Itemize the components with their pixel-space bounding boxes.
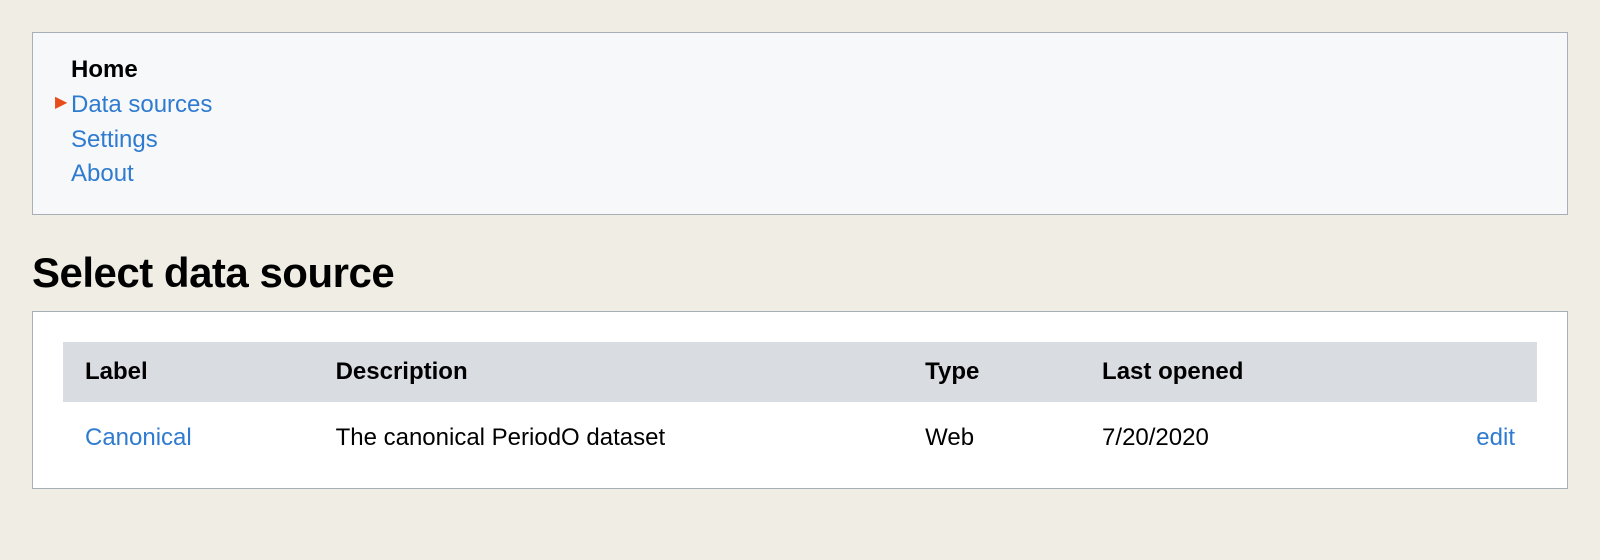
active-marker-icon: ▶ <box>55 91 67 114</box>
nav-item-data-sources[interactable]: ▶ Data sources <box>71 88 1529 123</box>
cell-description: The canonical PeriodO dataset <box>314 402 904 458</box>
nav-item-label: Home <box>71 56 138 83</box>
cell-label: Canonical <box>63 402 314 458</box>
nav-item-link[interactable]: About <box>71 160 134 187</box>
page-title: Select data source <box>32 249 1568 297</box>
nav-list: ▶ Home ▶ Data sources ▶ Settings ▶ About <box>71 53 1529 192</box>
header-type: Type <box>903 342 1080 402</box>
nav-box: ▶ Home ▶ Data sources ▶ Settings ▶ About <box>32 32 1568 215</box>
table-row: Canonical The canonical PeriodO dataset … <box>63 402 1537 458</box>
header-description: Description <box>314 342 904 402</box>
nav-item-link[interactable]: Data sources <box>71 91 212 118</box>
data-source-table: Label Description Type Last opened Canon… <box>63 342 1537 458</box>
cell-type: Web <box>903 402 1080 458</box>
source-link[interactable]: Canonical <box>85 424 192 451</box>
table-header-row: Label Description Type Last opened <box>63 342 1537 402</box>
nav-item-link[interactable]: Settings <box>71 126 158 153</box>
data-source-panel: Label Description Type Last opened Canon… <box>32 311 1568 489</box>
cell-last-opened: 7/20/2020 <box>1080 402 1360 458</box>
nav-item-about[interactable]: ▶ About <box>71 157 1529 192</box>
edit-link[interactable]: edit <box>1476 424 1515 451</box>
nav-item-settings[interactable]: ▶ Settings <box>71 123 1529 158</box>
cell-action: edit <box>1360 402 1537 458</box>
header-last-opened: Last opened <box>1080 342 1360 402</box>
nav-item-home: ▶ Home <box>71 53 1529 88</box>
header-label: Label <box>63 342 314 402</box>
header-action <box>1360 342 1537 402</box>
